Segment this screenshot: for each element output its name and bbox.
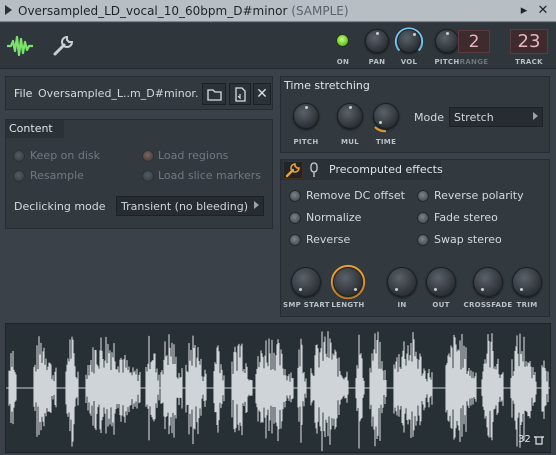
resample-radio[interactable]: [13, 170, 25, 182]
load-regions-label: Load regions: [158, 149, 229, 162]
microphone-icon[interactable]: [308, 162, 320, 178]
declicking-mode-value: Transient (no bleeding): [121, 200, 249, 213]
stretch-mul-knob[interactable]: [337, 103, 363, 129]
clear-file-button[interactable]: ✕: [253, 83, 271, 105]
file-reload-icon: [235, 87, 246, 102]
load-slice-markers-label: Load slice markers: [158, 169, 262, 182]
window-title-text: Oversampled_LD_vocal_10_60bpm_D#minor: [18, 4, 288, 18]
pitch-range-counter[interactable]: 2: [458, 30, 490, 53]
content-title: Content: [9, 122, 53, 135]
content-panel: Content Keep on disk Load regions Resamp…: [5, 119, 273, 229]
window-title: Oversampled_LD_vocal_10_60bpm_D#minor (S…: [18, 4, 349, 18]
file-panel: File Oversampled_L..m_D#minor.wav ✕: [5, 76, 273, 110]
length-knob[interactable]: [333, 267, 363, 297]
effects-wrench-button[interactable]: [283, 161, 303, 179]
swap-stereo-label: Swap stereo: [434, 233, 502, 246]
reload-file-button[interactable]: [229, 83, 251, 105]
reverse-label: Reverse: [306, 233, 351, 246]
stretch-mul-label: MUL: [340, 138, 359, 146]
resample-label: Resample: [30, 169, 84, 182]
channel-toolbar: ON PAN VOL PITCH 2 RANGE 23 TRACK: [0, 23, 556, 69]
window-title-tag: (SAMPLE): [291, 4, 349, 18]
pan-knob[interactable]: [365, 29, 389, 53]
fade-in-knob[interactable]: [387, 267, 417, 297]
stretch-mode-select[interactable]: Stretch: [449, 107, 543, 127]
crossfade-knob[interactable]: [473, 267, 503, 297]
time-stretching-title: Time stretching: [284, 79, 370, 92]
track-label: TRACK: [515, 58, 543, 66]
normalize-label: Normalize: [306, 211, 362, 224]
trim-knob[interactable]: [512, 267, 542, 297]
stretch-pitch-label: PITCH: [293, 138, 319, 146]
file-name: Oversampled_L..m_D#minor.wav: [38, 87, 198, 100]
waveform-graphic: [6, 331, 550, 452]
open-file-button[interactable]: [202, 83, 226, 105]
stretch-pitch-knob[interactable]: [293, 103, 319, 129]
wrench-tab-icon[interactable]: [52, 35, 74, 57]
volume-label: VOL: [400, 58, 418, 66]
precomputed-effects-title: Precomputed effects: [329, 163, 443, 176]
window-options-icon[interactable]: ▸: [516, 3, 532, 19]
snap-icon[interactable]: [533, 434, 545, 446]
reverse-polarity-radio[interactable]: [417, 190, 429, 202]
time-stretching-panel: Time stretching PITCH MUL TIME Mode Stre…: [280, 76, 550, 153]
chevron-right-icon: [533, 112, 538, 120]
keep-on-disk-radio[interactable]: [13, 150, 25, 162]
trim-label: TRIM: [516, 301, 538, 309]
remove-dc-offset-radio[interactable]: [289, 190, 301, 202]
reverse-radio[interactable]: [289, 234, 301, 246]
fade-out-knob[interactable]: [426, 267, 456, 297]
declicking-mode-label: Declicking mode: [14, 200, 106, 213]
snap-value: 32: [518, 434, 531, 445]
reverse-polarity-label: Reverse polarity: [434, 189, 524, 202]
close-file-icon: ✕: [256, 86, 268, 102]
stretch-time-knob[interactable]: [373, 103, 399, 129]
load-slice-markers-radio[interactable]: [142, 170, 154, 182]
file-label: File: [14, 87, 33, 100]
stretch-mode-value: Stretch: [454, 111, 494, 124]
keep-on-disk-label: Keep on disk: [30, 149, 101, 162]
title-bar: Oversampled_LD_vocal_10_60bpm_D#minor (S…: [0, 0, 556, 22]
on-led-button[interactable]: [336, 34, 349, 47]
swap-stereo-radio[interactable]: [417, 234, 429, 246]
window-menu-arrow-icon[interactable]: [5, 5, 12, 15]
fade-stereo-label: Fade stereo: [434, 211, 498, 224]
length-label: LENGTH: [331, 301, 365, 309]
on-label: ON: [336, 58, 350, 66]
sample-start-knob[interactable]: [291, 267, 321, 297]
close-icon[interactable]: ✕: [535, 3, 551, 19]
load-regions-radio[interactable]: [142, 150, 154, 162]
declicking-mode-select[interactable]: Transient (no bleeding): [116, 196, 264, 216]
stretch-time-label: TIME: [375, 138, 397, 146]
fade-stereo-radio[interactable]: [417, 212, 429, 224]
precomputed-effects-panel: Precomputed effects Remove DC offset Rev…: [280, 159, 550, 317]
pan-label: PAN: [368, 58, 386, 66]
waveform-path: [8, 331, 549, 452]
mixer-track-counter[interactable]: 23: [510, 29, 548, 54]
volume-knob[interactable]: [397, 29, 421, 53]
waveform-view[interactable]: 32: [5, 323, 551, 453]
stretch-mode-label: Mode: [414, 111, 444, 124]
remove-dc-offset-label: Remove DC offset: [306, 189, 405, 202]
waveform-tab-icon[interactable]: [6, 34, 34, 58]
range-label: RANGE: [459, 58, 489, 66]
fade-out-label: OUT: [432, 301, 450, 309]
sample-start-label: SMP START: [283, 301, 330, 309]
chevron-right-icon: [254, 201, 259, 209]
pitch-knob[interactable]: [435, 29, 459, 53]
normalize-radio[interactable]: [289, 212, 301, 224]
folder-icon: [207, 89, 222, 101]
wrench-icon: [285, 163, 300, 178]
